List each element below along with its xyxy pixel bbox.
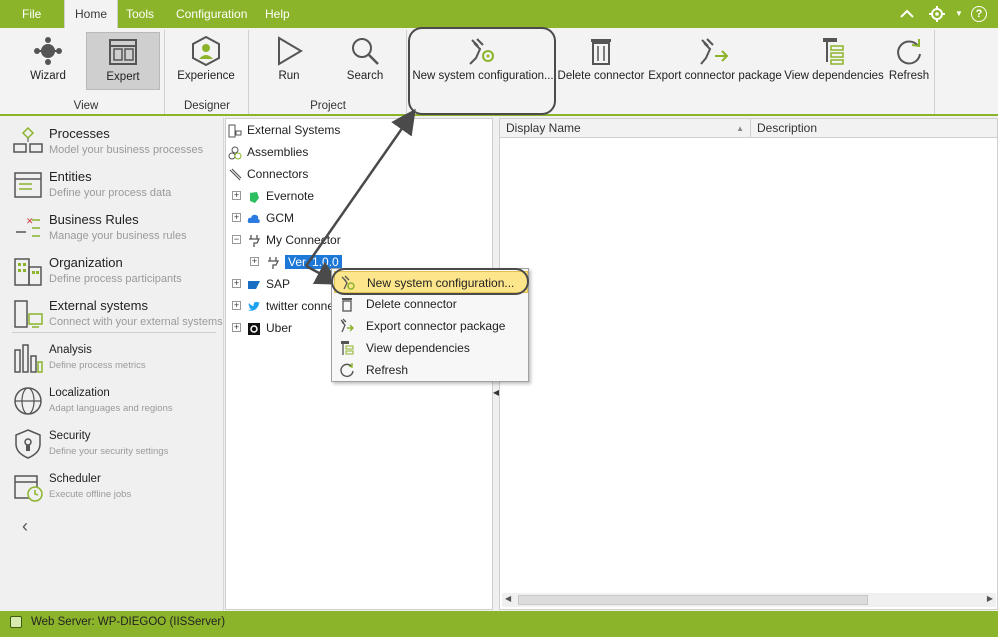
dependencies-icon (341, 341, 354, 355)
server-status-icon (10, 616, 22, 628)
context-menu-label: View dependencies (366, 341, 470, 355)
context-menu-label: Export connector package (366, 319, 506, 333)
context-menu-view-dependencies[interactable]: View dependencies (334, 337, 528, 359)
context-menu-label: Delete connector (366, 297, 457, 311)
status-bar: Web Server: WP-DIEGOO (IISServer) (0, 611, 998, 637)
refresh-icon (340, 363, 354, 377)
context-menu-label: Refresh (366, 363, 409, 377)
plug-export-icon (340, 318, 354, 333)
context-menu-delete-connector[interactable]: Delete connector (334, 293, 528, 315)
status-text: Web Server: WP-DIEGOO (IISServer) (31, 616, 226, 628)
trash-icon (342, 298, 352, 312)
context-menu-export-connector-package[interactable]: Export connector package (334, 315, 528, 337)
context-menu-refresh[interactable]: Refresh (334, 359, 528, 381)
highlight-callout (331, 268, 529, 295)
